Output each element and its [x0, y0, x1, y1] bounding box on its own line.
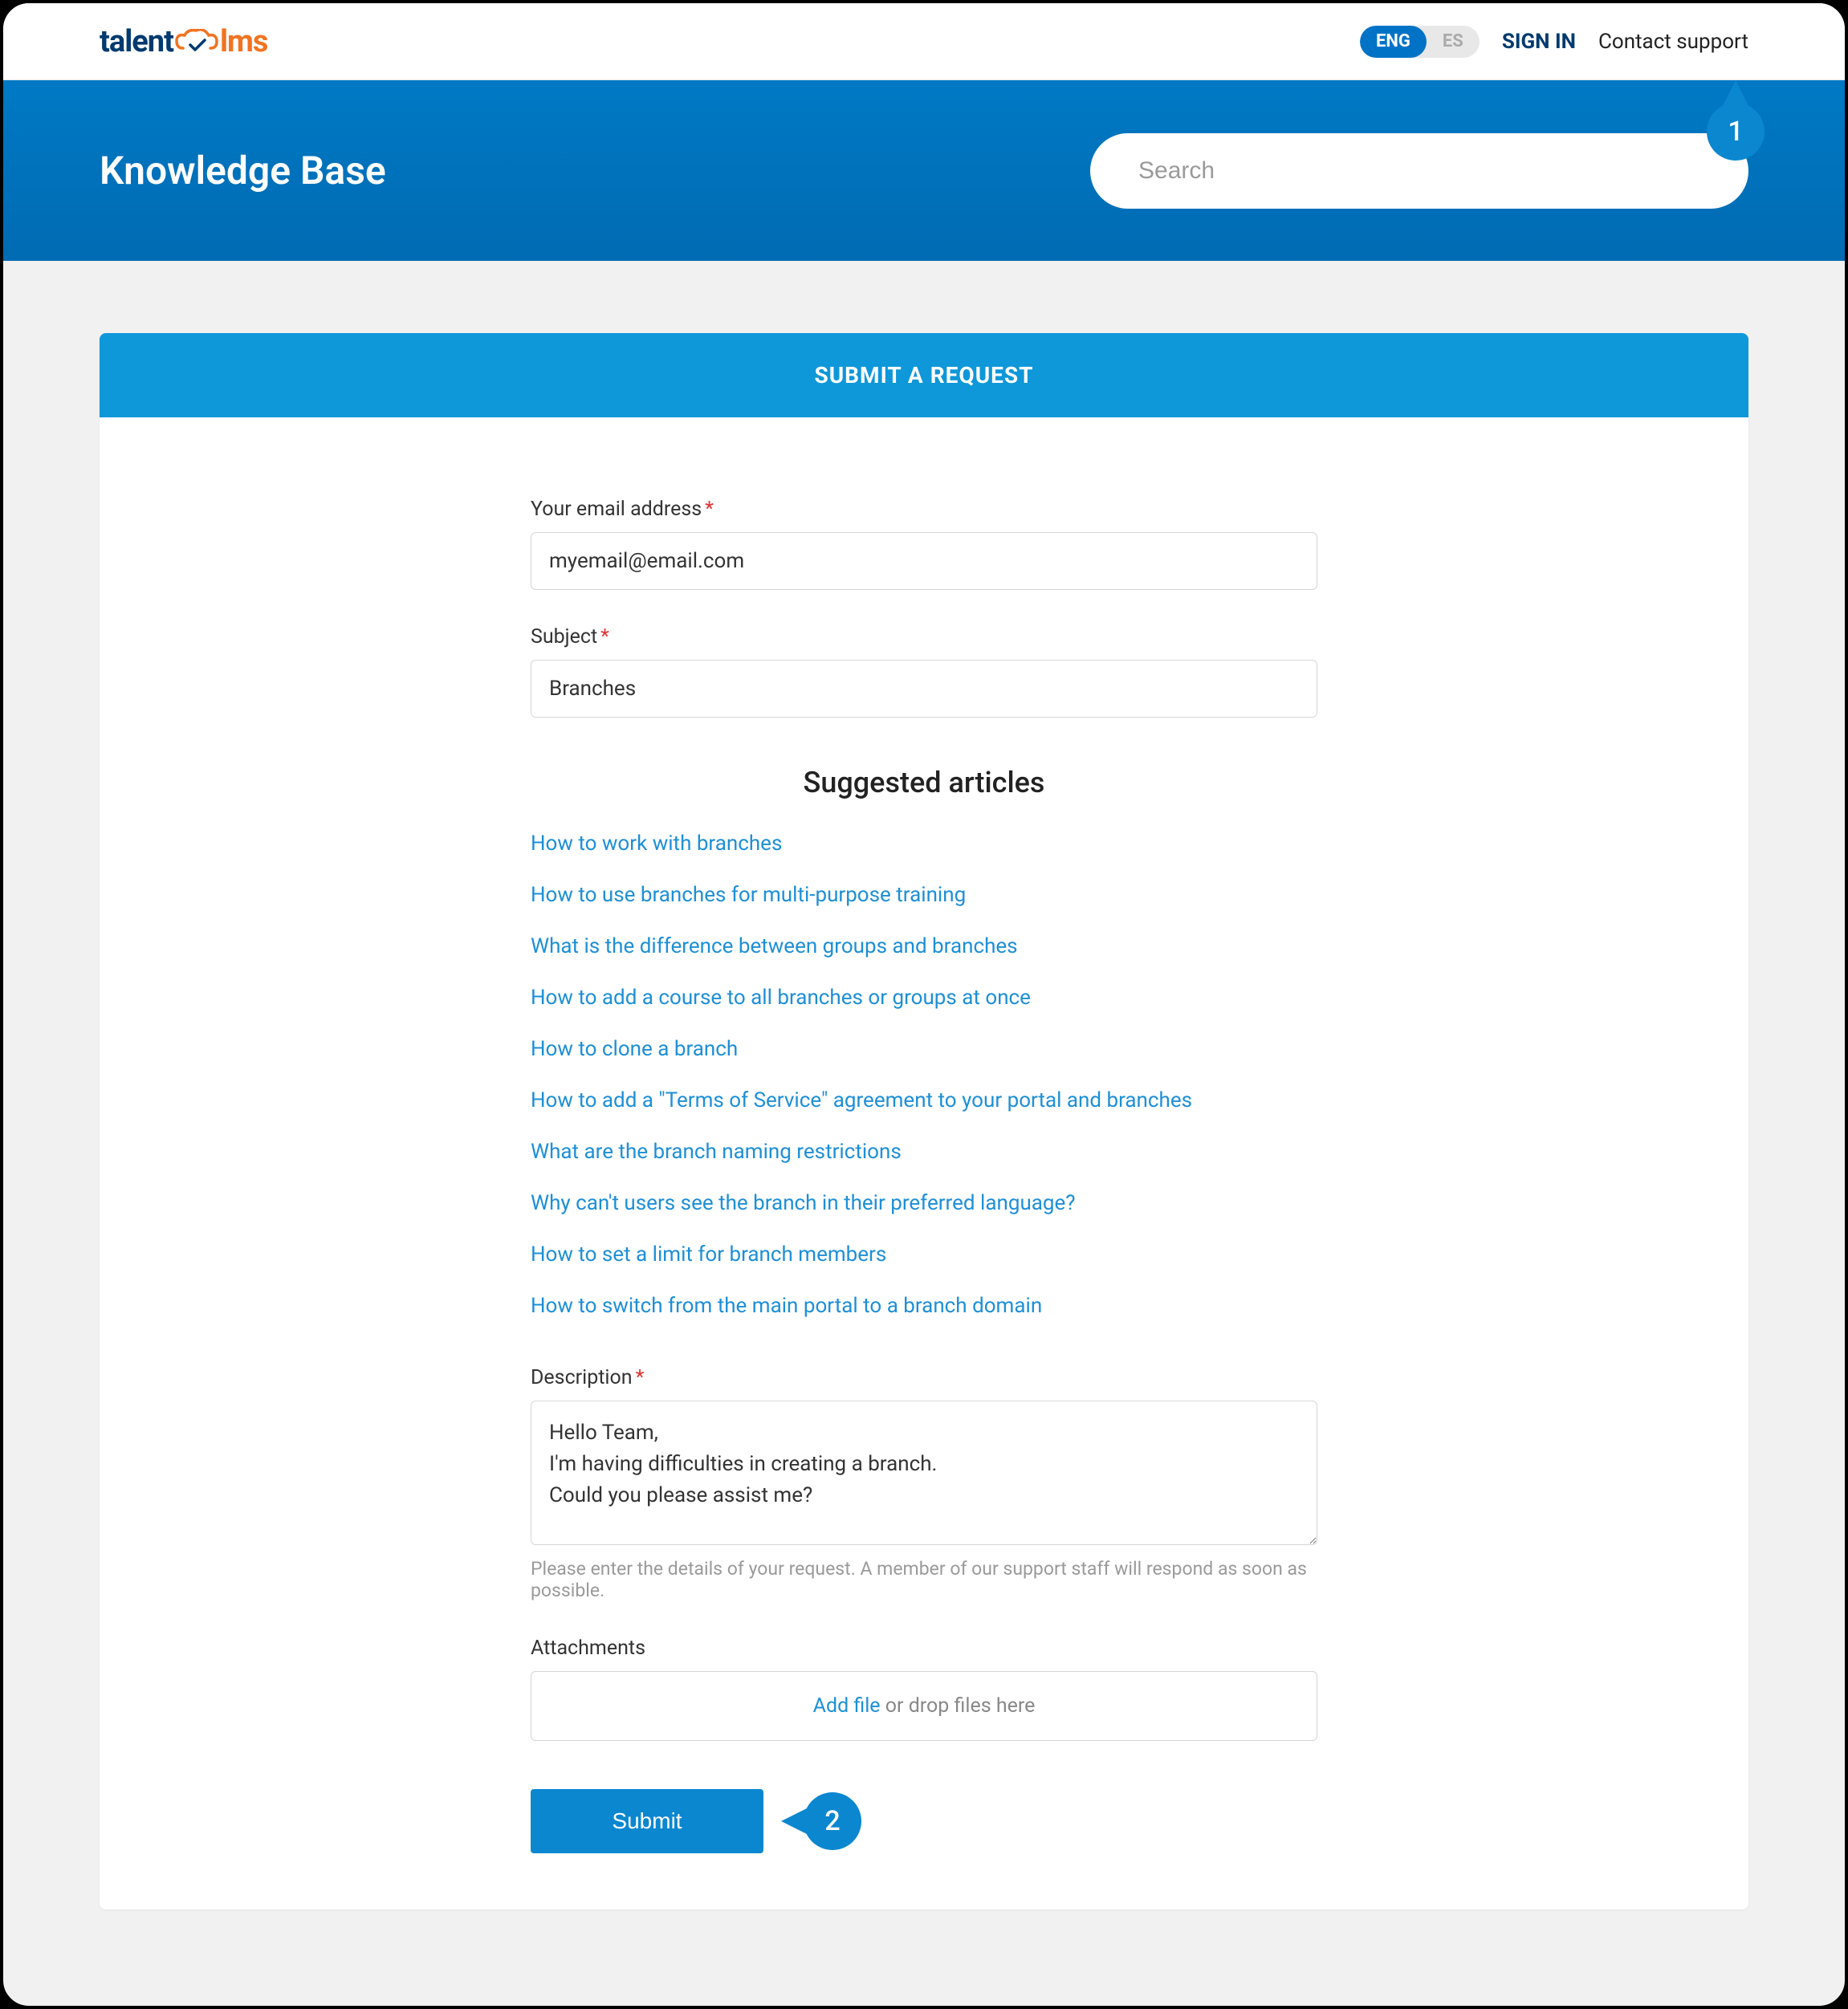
subject-group: Subject*	[531, 625, 1317, 718]
required-marker: *	[600, 625, 609, 649]
drop-files-text: or drop files here	[881, 1694, 1036, 1718]
logo-text-1: talent	[100, 24, 173, 59]
list-item: How to use branches for multi-purpose tr…	[531, 883, 1317, 907]
lang-es[interactable]: ES	[1427, 26, 1480, 58]
list-item: What are the branch naming restrictions	[531, 1140, 1317, 1164]
attachments-label: Attachments	[531, 1637, 1317, 1660]
sign-in-link[interactable]: SIGN IN	[1502, 30, 1576, 54]
email-field[interactable]	[531, 532, 1317, 590]
card-wrap: SUBMIT A REQUEST Your email address* Sub…	[3, 261, 1845, 2006]
description-hint: Please enter the details of your request…	[531, 1558, 1317, 1601]
email-group: Your email address*	[531, 498, 1317, 590]
subject-label: Subject*	[531, 625, 1317, 649]
card-title: SUBMIT A REQUEST	[100, 333, 1748, 417]
list-item: How to switch from the main portal to a …	[531, 1294, 1317, 1318]
contact-support-link[interactable]: Contact support	[1598, 30, 1748, 54]
app-window: talent lms ENG ES SIGN IN Contact suppor…	[0, 0, 1848, 2009]
attachments-group: Attachments Add file or drop files here	[531, 1637, 1317, 1741]
cloud-icon	[175, 29, 218, 55]
suggested-link[interactable]: How to work with branches	[531, 832, 782, 856]
language-toggle[interactable]: ENG ES	[1360, 26, 1480, 58]
list-item: How to set a limit for branch members	[531, 1242, 1317, 1267]
request-card: SUBMIT A REQUEST Your email address* Sub…	[100, 333, 1748, 1909]
description-group: Description* Please enter the details of…	[531, 1366, 1317, 1601]
suggested-articles-title: Suggested articles	[531, 766, 1317, 799]
description-label-text: Description	[531, 1366, 633, 1389]
suggested-link[interactable]: How to clone a branch	[531, 1037, 738, 1061]
subject-label-text: Subject	[531, 625, 597, 649]
list-item: How to add a "Terms of Service" agreemen…	[531, 1088, 1317, 1112]
description-label: Description*	[531, 1366, 1317, 1389]
logo[interactable]: talent lms	[100, 24, 267, 59]
suggested-articles-list: How to work with branches How to use bra…	[531, 832, 1317, 1318]
page-title: Knowledge Base	[100, 148, 386, 193]
logo-text-2: lms	[220, 24, 268, 59]
suggested-link[interactable]: How to use branches for multi-purpose tr…	[531, 883, 966, 907]
lang-eng[interactable]: ENG	[1360, 26, 1427, 58]
annotation-bubble-2: 2	[804, 1792, 861, 1850]
list-item: How to clone a branch	[531, 1037, 1317, 1061]
suggested-link[interactable]: How to set a limit for branch members	[531, 1242, 886, 1267]
submit-row: Submit 2	[531, 1789, 1317, 1853]
suggested-link[interactable]: How to switch from the main portal to a …	[531, 1294, 1042, 1318]
subject-field[interactable]	[531, 660, 1317, 718]
submit-button[interactable]: Submit	[531, 1789, 763, 1853]
kb-header: Knowledge Base	[3, 80, 1845, 261]
top-nav-right: ENG ES SIGN IN Contact support	[1360, 26, 1748, 58]
annotation-bubble-1: 1	[1707, 103, 1765, 161]
suggested-link[interactable]: Why can't users see the branch in their …	[531, 1191, 1076, 1215]
top-nav: talent lms ENG ES SIGN IN Contact suppor…	[3, 3, 1845, 80]
list-item: How to work with branches	[531, 832, 1317, 856]
suggested-link[interactable]: What are the branch naming restrictions	[531, 1140, 902, 1164]
request-form: Your email address* Subject* Suggested a…	[531, 498, 1317, 1853]
search-wrap	[1090, 133, 1748, 209]
suggested-link[interactable]: How to add a "Terms of Service" agreemen…	[531, 1088, 1192, 1112]
required-marker: *	[636, 1366, 645, 1389]
required-marker: *	[705, 498, 714, 521]
search-input[interactable]	[1090, 133, 1748, 209]
suggested-link[interactable]: What is the difference between groups an…	[531, 934, 1018, 958]
list-item: Why can't users see the branch in their …	[531, 1191, 1317, 1215]
attachments-dropzone[interactable]: Add file or drop files here	[531, 1671, 1317, 1741]
list-item: What is the difference between groups an…	[531, 934, 1317, 958]
description-field[interactable]	[531, 1401, 1317, 1545]
suggested-link[interactable]: How to add a course to all branches or g…	[531, 986, 1031, 1010]
list-item: How to add a course to all branches or g…	[531, 986, 1317, 1010]
add-file-link[interactable]: Add file	[813, 1694, 881, 1718]
email-label-text: Your email address	[531, 498, 702, 521]
card-body: Your email address* Subject* Suggested a…	[100, 417, 1748, 1909]
email-label: Your email address*	[531, 498, 1317, 521]
